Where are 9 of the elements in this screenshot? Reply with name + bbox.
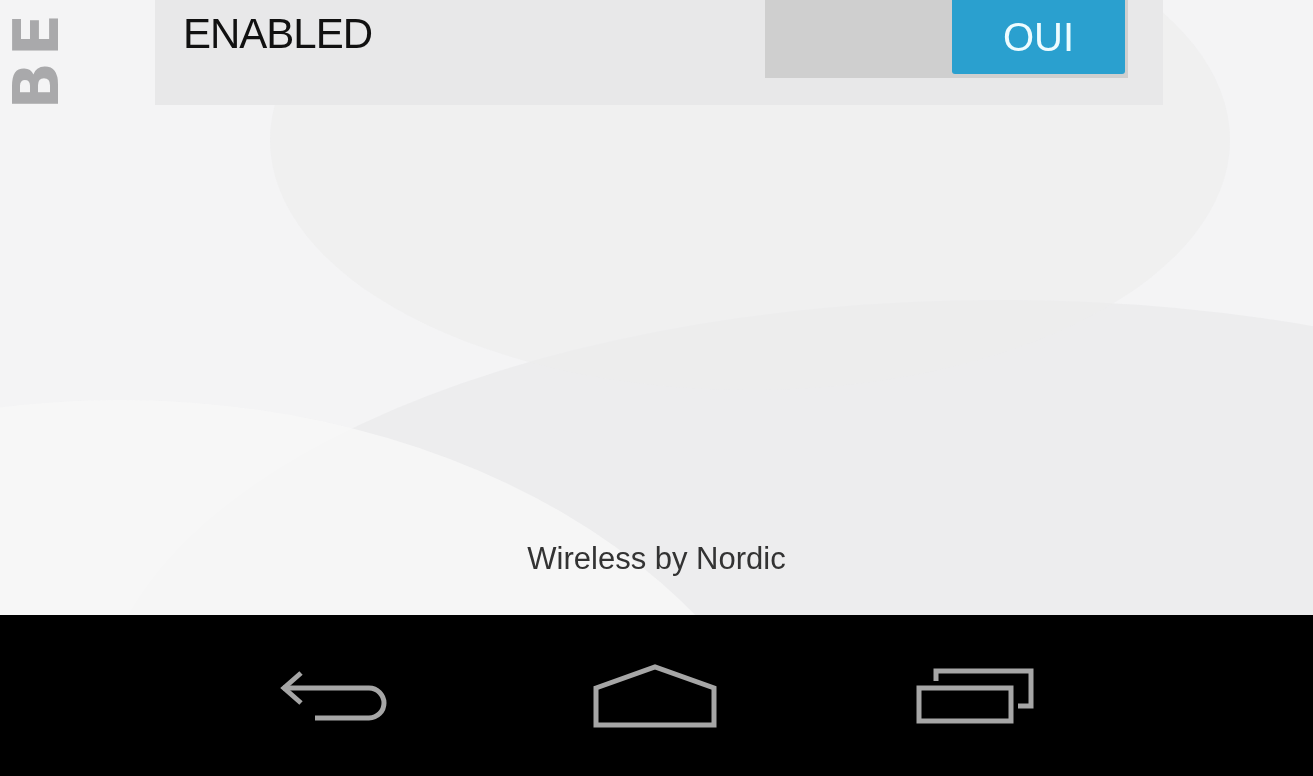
toggle-thumb[interactable]: OUI	[952, 0, 1125, 74]
setting-label: ENABLED	[183, 10, 373, 58]
home-icon	[593, 663, 717, 728]
recents-button[interactable]	[915, 667, 1034, 724]
home-button[interactable]	[593, 663, 717, 728]
footer-text: Wireless by Nordic	[527, 541, 786, 577]
recents-icon	[915, 667, 1034, 724]
toggle-track[interactable]: OUI	[765, 0, 1128, 78]
side-title: BE	[6, 8, 68, 110]
